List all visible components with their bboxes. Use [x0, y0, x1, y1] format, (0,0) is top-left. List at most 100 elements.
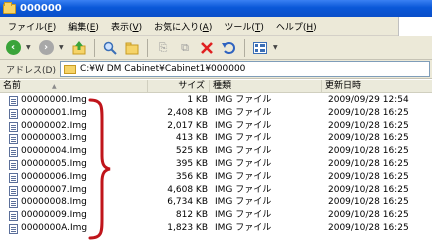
list-item[interactable]: 00000005.Img 395 KB IMG ファイル 2009/10/28 …	[0, 158, 432, 171]
address-bar: アドレス(D) C:¥W DM Cabinet¥Cabinet1¥000000	[0, 60, 432, 79]
file-size: 4,608 KB	[167, 184, 208, 195]
folder-icon	[3, 1, 16, 14]
forward-icon: ›	[38, 40, 54, 55]
file-date: 2009/10/28 16:25	[328, 171, 409, 182]
img-file-icon	[9, 134, 18, 145]
column-date[interactable]: 更新日時	[322, 80, 432, 93]
list-item[interactable]: 00000008.Img 6,734 KB IMG ファイル 2009/10/2…	[0, 196, 432, 209]
file-type: IMG ファイル	[215, 171, 272, 182]
list-item[interactable]: 00000000.Img 1 KB IMG ファイル 2009/09/29 12…	[0, 94, 432, 107]
list-item[interactable]: 00000007.Img 4,608 KB IMG ファイル 2009/10/2…	[0, 184, 432, 197]
windows-logo	[398, 17, 432, 36]
img-file-icon	[9, 96, 18, 106]
views-button[interactable]	[251, 39, 269, 57]
undo-button[interactable]	[220, 39, 238, 57]
folder-icon	[63, 64, 76, 74]
file-name: 00000004.Img	[21, 146, 87, 157]
list-item[interactable]: 00000003.Img 413 KB IMG ファイル 2009/10/28 …	[0, 132, 432, 145]
file-type: IMG ファイル	[215, 133, 272, 144]
address-input[interactable]: C:¥W DM Cabinet¥Cabinet1¥000000	[59, 61, 430, 77]
file-name: 00000000.Img	[21, 95, 87, 105]
views-dropdown-icon[interactable]: ▼	[273, 44, 280, 51]
title-bar[interactable]: 000000	[0, 0, 432, 17]
menu-help[interactable]: ヘルプ(H)	[276, 20, 317, 33]
file-date: 2009/10/28 16:25	[328, 120, 409, 131]
toolbar-separator	[94, 38, 95, 57]
undo-icon	[222, 41, 235, 54]
list-item[interactable]: 00000004.Img 525 KB IMG ファイル 2009/10/28 …	[0, 145, 432, 158]
folders-button[interactable]	[123, 39, 141, 57]
delete-icon	[201, 41, 213, 54]
file-size: 395 KB	[175, 158, 208, 169]
column-name[interactable]: 名前	[0, 80, 148, 93]
menu-edit[interactable]: 編集(E)	[68, 20, 99, 33]
move-to-button[interactable]: ⎘	[154, 39, 172, 57]
menu-tools[interactable]: ツール(T)	[224, 20, 264, 33]
file-date: 2009/10/28 16:25	[328, 222, 409, 233]
img-file-icon	[9, 147, 18, 158]
forward-button[interactable]: ›	[37, 39, 55, 57]
search-icon	[103, 41, 117, 55]
file-size: 1,823 KB	[167, 222, 208, 233]
file-date: 2009/10/28 16:25	[328, 107, 409, 118]
img-file-icon	[9, 159, 18, 170]
file-size: 6,734 KB	[167, 197, 208, 208]
file-name: 00000008.Img	[21, 197, 87, 208]
menu-file[interactable]: ファイル(F)	[8, 20, 56, 33]
views-icon	[253, 41, 267, 54]
file-date: 2009/10/28 16:25	[328, 197, 409, 208]
file-type: IMG ファイル	[215, 95, 272, 105]
curly-brace-annotation	[88, 98, 111, 240]
file-type: IMG ファイル	[215, 120, 272, 131]
file-name: 00000006.Img	[21, 171, 87, 182]
img-file-icon	[9, 185, 18, 196]
file-name: 00000003.Img	[21, 133, 87, 144]
file-name: 00000002.Img	[21, 120, 87, 131]
back-button[interactable]: ‹	[4, 39, 22, 57]
img-file-icon	[9, 172, 18, 183]
file-date: 2009/10/28 16:25	[328, 158, 409, 169]
list-item[interactable]: 00000006.Img 356 KB IMG ファイル 2009/10/28 …	[0, 171, 432, 184]
toolbar-separator	[147, 38, 148, 57]
list-item[interactable]: 00000002.Img 2,017 KB IMG ファイル 2009/10/2…	[0, 120, 432, 133]
file-size: 413 KB	[175, 133, 208, 144]
menu-view[interactable]: 表示(V)	[111, 20, 142, 33]
toolbar-separator	[244, 38, 245, 57]
list-item[interactable]: 00000001.Img 2,408 KB IMG ファイル 2009/10/2…	[0, 107, 432, 120]
column-size[interactable]: サイズ	[148, 80, 210, 93]
img-file-icon	[9, 211, 18, 222]
delete-button[interactable]	[198, 39, 216, 57]
img-file-icon	[9, 198, 18, 209]
file-name: 0000000A.Img	[21, 222, 88, 233]
copy-to-button[interactable]: ⧉	[176, 39, 194, 57]
file-size: 812 KB	[175, 210, 208, 221]
column-type[interactable]: 種類	[210, 80, 322, 93]
up-button[interactable]	[70, 39, 88, 57]
img-file-icon	[9, 223, 18, 234]
back-icon: ‹	[5, 40, 21, 55]
file-size: 356 KB	[175, 171, 208, 182]
back-dropdown-icon[interactable]: ▼	[26, 44, 33, 51]
up-folder-icon	[72, 40, 86, 54]
menu-favorites[interactable]: お気に入り(A)	[154, 20, 212, 33]
file-type: IMG ファイル	[215, 210, 272, 221]
file-date: 2009/10/28 16:25	[328, 133, 409, 144]
file-date: 2009/09/29 12:54	[328, 95, 409, 105]
file-size: 1 KB	[187, 95, 208, 105]
file-date: 2009/10/28 16:25	[328, 210, 409, 221]
list-item[interactable]: 0000000A.Img 1,823 KB IMG ファイル 2009/10/2…	[0, 222, 432, 235]
file-name: 00000009.Img	[21, 210, 87, 221]
list-item[interactable]: 00000009.Img 812 KB IMG ファイル 2009/10/28 …	[0, 209, 432, 222]
move-to-icon: ⎘	[158, 40, 168, 54]
sort-arrow-icon: ▲	[52, 83, 57, 90]
file-list: 00000000.Img 1 KB IMG ファイル 2009/09/29 12…	[0, 94, 432, 235]
address-path: C:¥W DM Cabinet¥Cabinet1¥000000	[79, 64, 246, 74]
file-name: 00000007.Img	[21, 184, 87, 195]
file-name: 00000001.Img	[21, 107, 87, 118]
forward-dropdown-icon[interactable]: ▼	[59, 44, 66, 51]
toolbar: ‹ ▼ › ▼ ⎘ ⧉ ▼	[0, 36, 432, 60]
copy-to-icon: ⧉	[181, 40, 189, 54]
search-button[interactable]	[101, 39, 119, 57]
file-type: IMG ファイル	[215, 146, 272, 157]
window-title: 000000	[20, 3, 62, 14]
